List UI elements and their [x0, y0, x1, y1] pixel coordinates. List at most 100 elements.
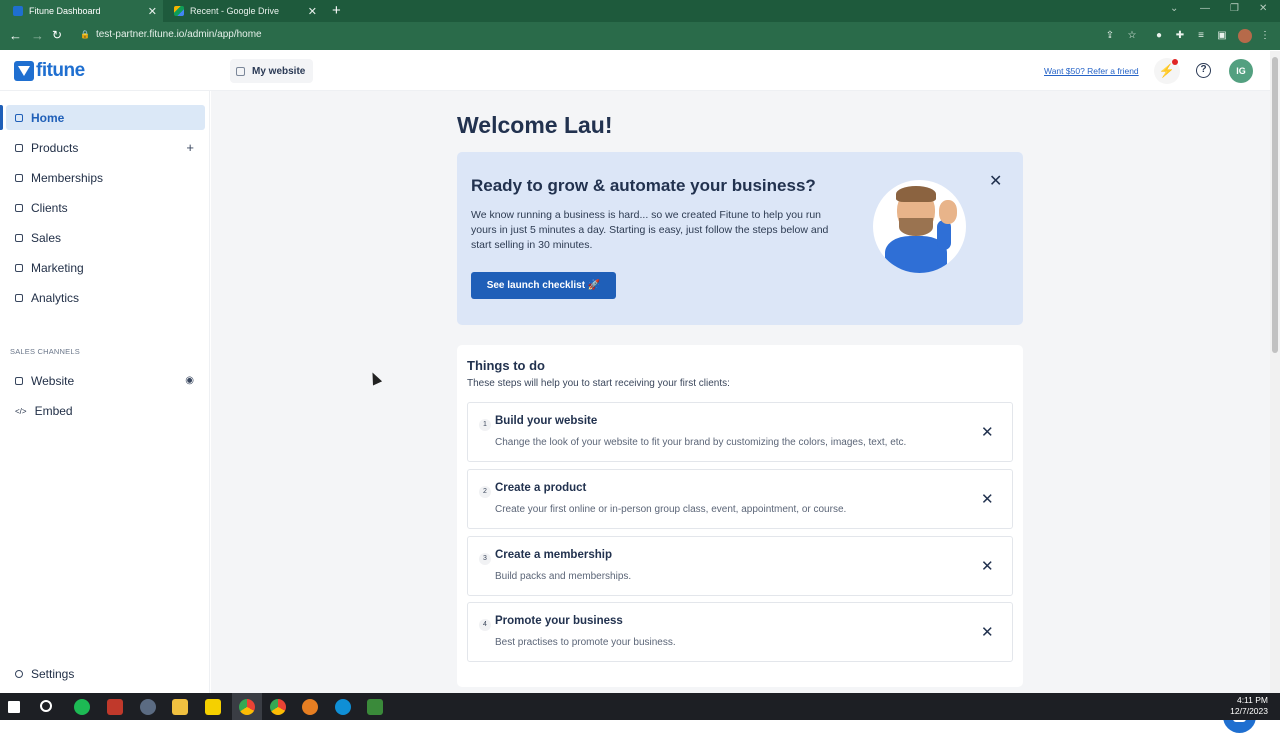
profile-avatar[interactable]	[1238, 29, 1252, 43]
sidebar-item-embed[interactable]: </> Embed	[6, 398, 205, 423]
scrollbar-thumb[interactable]	[1272, 57, 1278, 353]
sales-channels-heading: SALES CHANNELS	[10, 347, 80, 356]
banner-title: Ready to grow & automate your business?	[471, 176, 816, 195]
chrome-icon[interactable]	[270, 699, 286, 715]
reading-list-icon[interactable]: ≡	[1195, 30, 1207, 42]
app-icon[interactable]	[367, 699, 383, 715]
website-icon	[236, 66, 245, 76]
restore-icon[interactable]: ❐	[1230, 3, 1239, 14]
sidebar-item-label: Clients	[31, 200, 68, 215]
app-icon[interactable]	[107, 699, 123, 715]
dismiss-step-icon[interactable]: ✕	[981, 423, 994, 441]
tab-title: Recent - Google Drive	[190, 6, 280, 16]
sidebar-item-products[interactable]: Products +	[6, 135, 205, 160]
things-to-do-card: Things to do These steps will help you t…	[457, 345, 1023, 687]
sidebar-item-home[interactable]: Home	[6, 105, 205, 130]
website-icon	[15, 376, 23, 385]
bookmark-star-icon[interactable]: ☆	[1126, 30, 1138, 42]
share-icon[interactable]: ⇪	[1104, 30, 1116, 42]
step-number: 3	[479, 553, 491, 565]
sidebar: Home Products + Memberships Clients Sale…	[0, 91, 210, 693]
address-bar[interactable]: 🔒 test-partner.fitune.io/admin/app/home	[80, 29, 262, 40]
browser-tab-strip: Fitune Dashboard ✕ Recent - Google Drive…	[0, 0, 1280, 22]
clients-icon	[15, 203, 23, 212]
todo-step[interactable]: 2 Create a product Create your first onl…	[467, 469, 1013, 529]
gear-icon	[15, 670, 23, 678]
eye-icon[interactable]: ◉	[185, 375, 194, 386]
tab-fitune-dashboard[interactable]: Fitune Dashboard ✕	[0, 0, 163, 22]
browser-menu-icon[interactable]: ⋮	[1259, 30, 1271, 42]
side-panel-icon[interactable]: ▣	[1216, 30, 1228, 42]
sidebar-item-website[interactable]: Website ◉	[6, 368, 205, 393]
memberships-icon	[15, 173, 23, 182]
code-icon: </>	[15, 406, 27, 416]
notification-badge	[1172, 59, 1178, 65]
step-title: Promote your business	[495, 615, 623, 627]
chrome-icon[interactable]	[239, 699, 255, 715]
add-product-icon[interactable]: +	[186, 140, 194, 155]
active-indicator	[0, 105, 3, 130]
app-icon[interactable]	[302, 699, 318, 715]
sidebar-item-sales[interactable]: Sales	[6, 225, 205, 250]
launch-checklist-button[interactable]: See launch checklist 🚀	[471, 272, 616, 299]
sidebar-item-label: Embed	[34, 403, 73, 418]
todo-step[interactable]: 4 Promote your business Best practises t…	[467, 602, 1013, 662]
app-icon[interactable]	[140, 699, 156, 715]
minimize-icon[interactable]: —	[1200, 3, 1210, 14]
home-icon	[15, 113, 23, 122]
close-tab-icon[interactable]: ✕	[308, 5, 317, 18]
extensions-puzzle-icon[interactable]: ✚	[1174, 30, 1186, 42]
sidebar-item-label: Analytics	[31, 290, 80, 305]
dismiss-step-icon[interactable]: ✕	[981, 623, 994, 641]
step-number: 2	[479, 486, 491, 498]
windows-start-icon[interactable]	[8, 701, 20, 713]
dismiss-step-icon[interactable]: ✕	[981, 557, 994, 575]
google-drive-icon	[174, 6, 184, 16]
todo-step[interactable]: 3 Create a membership Build packs and me…	[467, 536, 1013, 596]
onboarding-banner: Ready to grow & automate your business? …	[457, 152, 1023, 325]
forward-icon[interactable]: →	[31, 28, 44, 43]
tab-google-drive[interactable]: Recent - Google Drive ✕	[168, 0, 323, 22]
extension-grammarly-icon[interactable]: ●	[1153, 30, 1165, 42]
dismiss-step-icon[interactable]: ✕	[981, 490, 994, 508]
spotify-icon[interactable]	[74, 699, 90, 715]
step-description: Build packs and memberships.	[495, 571, 632, 582]
waving-memoji-image	[873, 180, 966, 273]
new-tab-icon[interactable]: +	[332, 2, 341, 19]
page-scrollbar[interactable]	[1270, 51, 1280, 693]
sidebar-item-settings[interactable]: Settings	[6, 663, 205, 685]
tab-title: Fitune Dashboard	[29, 6, 101, 16]
logo-text: fitune	[36, 60, 85, 81]
refer-friend-link[interactable]: Want $50? Refer a friend	[1044, 66, 1139, 76]
sidebar-item-clients[interactable]: Clients	[6, 195, 205, 220]
close-window-icon[interactable]: ✕	[1259, 3, 1267, 14]
file-explorer-icon[interactable]	[172, 699, 188, 715]
notifications-button[interactable]: ⚡	[1154, 58, 1180, 84]
close-tab-icon[interactable]: ✕	[148, 5, 157, 18]
os-taskbar: 4:11 PM 12/7/2023	[0, 693, 1280, 720]
analytics-icon	[15, 293, 23, 302]
todo-step[interactable]: 1 Build your website Change the look of …	[467, 402, 1013, 462]
search-icon[interactable]	[40, 700, 52, 712]
sidebar-item-label: Home	[31, 110, 65, 125]
tab-search-icon[interactable]: ⌄	[1170, 3, 1178, 14]
reload-icon[interactable]: ↻	[52, 28, 62, 42]
fitune-logo[interactable]: fitune	[14, 60, 85, 82]
edge-icon[interactable]	[335, 699, 351, 715]
sidebar-item-analytics[interactable]: Analytics	[6, 285, 205, 310]
sidebar-item-memberships[interactable]: Memberships	[6, 165, 205, 190]
lightning-icon: ⚡	[1158, 63, 1176, 78]
step-number: 4	[479, 619, 491, 631]
user-avatar[interactable]: IG	[1229, 59, 1253, 83]
sticky-notes-icon[interactable]	[205, 699, 221, 715]
banner-body: We know running a business is hard... so…	[471, 209, 829, 251]
sidebar-item-marketing[interactable]: Marketing	[6, 255, 205, 280]
system-clock[interactable]: 4:11 PM 12/7/2023	[1230, 695, 1268, 717]
back-icon[interactable]: ←	[9, 28, 22, 43]
close-banner-icon[interactable]: ✕	[989, 171, 1002, 191]
my-website-button[interactable]: My website	[230, 59, 314, 83]
url-text: test-partner.fitune.io/admin/app/home	[95, 29, 262, 40]
help-icon[interactable]: ?	[1196, 63, 1211, 78]
step-description: Create your first online or in-person gr…	[495, 504, 847, 515]
step-title: Create a membership	[495, 549, 612, 561]
